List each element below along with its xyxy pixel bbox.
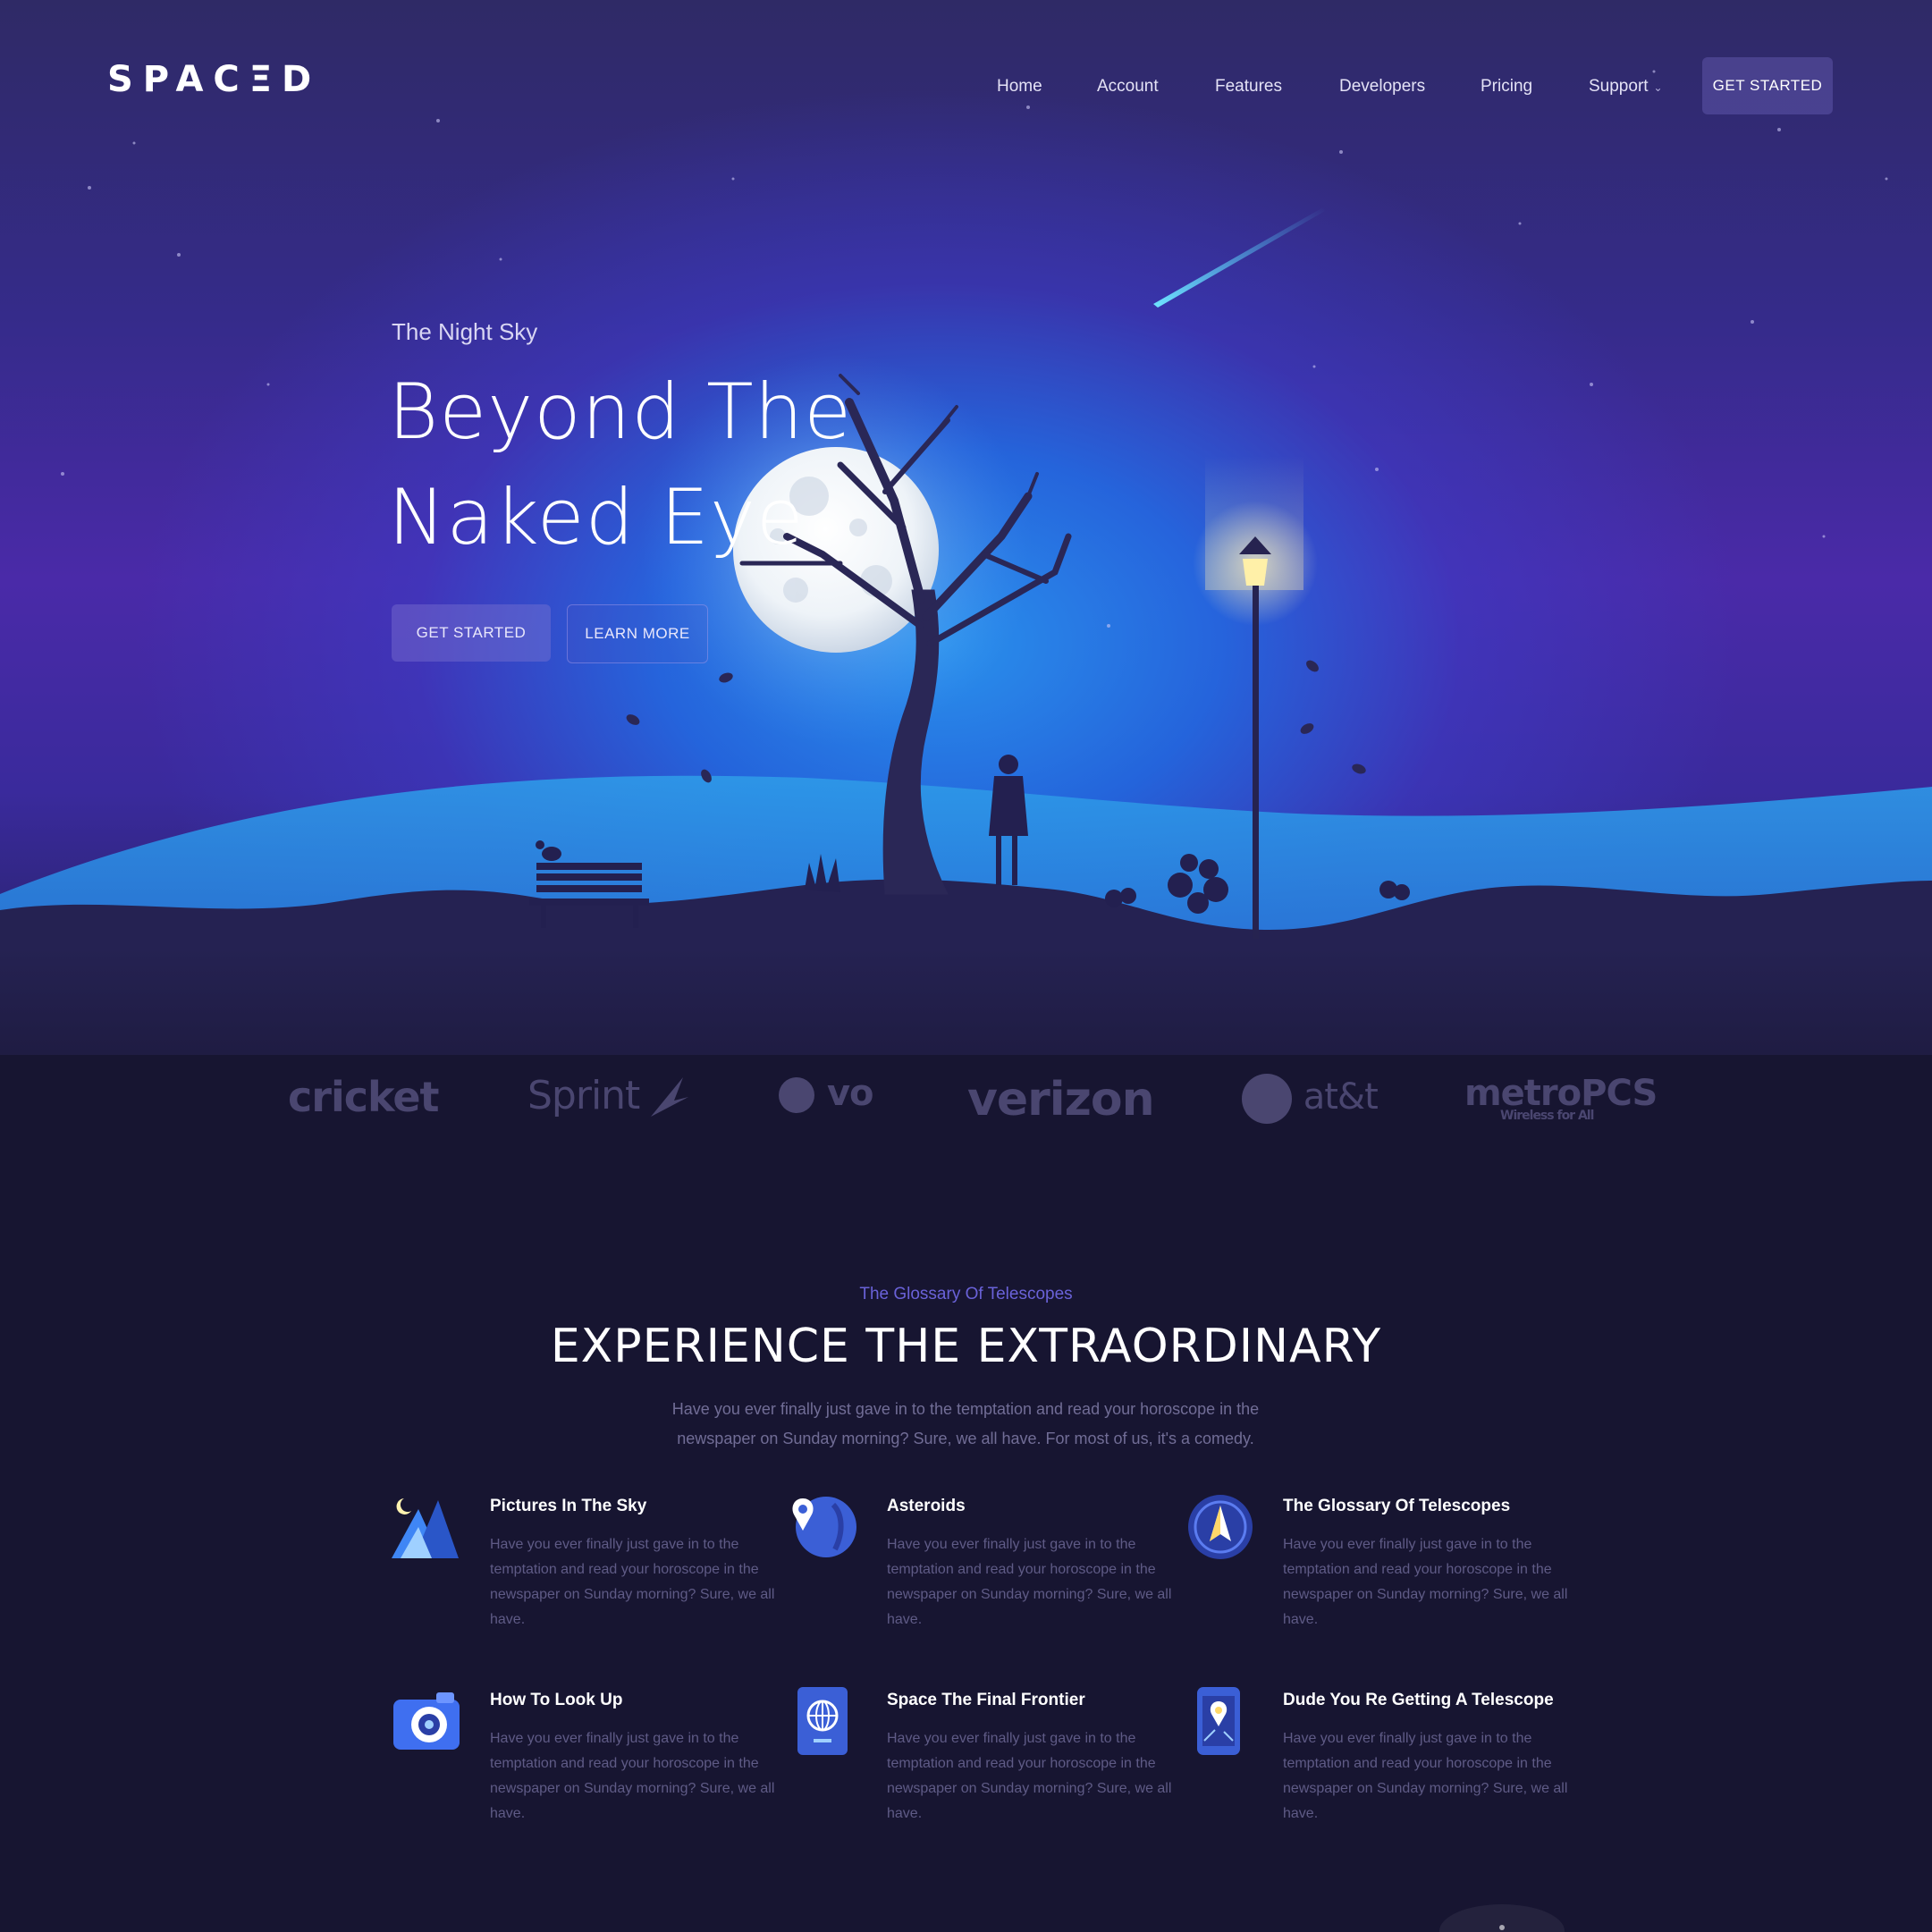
location-globe-icon bbox=[792, 1497, 856, 1557]
partner-logo-att-text: at&t bbox=[1303, 1076, 1379, 1118]
feature-text: Have you ever finally just gave in to th… bbox=[490, 1537, 775, 1627]
feature-card: Dude You Re Getting A Telescope Have you… bbox=[1185, 1685, 1578, 1864]
partner-logo-metropcs: metroPCS Wireless for All bbox=[1464, 1073, 1658, 1123]
nav-developers[interactable]: Developers bbox=[1339, 77, 1425, 97]
partner-logo-vo: vo bbox=[778, 1073, 873, 1114]
nav-get-started-button[interactable]: GET STARTED bbox=[1702, 57, 1833, 114]
feature-text: Have you ever finally just gave in to th… bbox=[490, 1731, 775, 1821]
feature-text: Have you ever finally just gave in to th… bbox=[887, 1731, 1172, 1821]
section-eyebrow: The Glossary Of Telescopes bbox=[859, 1285, 1073, 1303]
feature-card: Pictures In The Sky Have you ever finall… bbox=[392, 1491, 785, 1670]
feature-card: How To Look Up Have you ever finally jus… bbox=[392, 1685, 785, 1864]
feature-title: Asteroids bbox=[887, 1497, 966, 1515]
feature-text: Have you ever finally just gave in to th… bbox=[887, 1537, 1172, 1627]
partner-logo-cricket: cricket bbox=[288, 1073, 440, 1121]
camera-icon bbox=[393, 1692, 460, 1750]
shooting-star bbox=[1153, 207, 1325, 308]
nav-home[interactable]: Home bbox=[997, 77, 1042, 97]
feature-card: Asteroids Have you ever finally just gav… bbox=[789, 1491, 1182, 1670]
feature-card: Space The Final Frontier Have you ever f… bbox=[789, 1685, 1182, 1864]
nav-features[interactable]: Features bbox=[1215, 77, 1282, 97]
vo-circle-icon bbox=[779, 1077, 814, 1113]
partner-logo-vo-text: vo bbox=[826, 1073, 874, 1114]
hero-eyebrow: The Night Sky bbox=[392, 318, 538, 345]
hero-title-line-2: Naked Eye bbox=[388, 473, 805, 562]
chevron-down-icon: ⌄ bbox=[1653, 81, 1663, 94]
feature-title: Pictures In The Sky bbox=[490, 1497, 647, 1515]
mountain-moon-icon bbox=[392, 1498, 459, 1558]
hero-learn-more-button[interactable]: LEARN MORE bbox=[567, 604, 708, 663]
section-title: EXPERIENCE THE EXTRAORDINARY bbox=[550, 1320, 1382, 1373]
feature-text: Have you ever finally just gave in to th… bbox=[1283, 1537, 1568, 1627]
hero-title-line-1: Beyond The bbox=[388, 367, 853, 457]
feature-card: The Glossary Of Telescopes Have you ever… bbox=[1185, 1491, 1578, 1670]
partner-logo-verizon: verizon bbox=[967, 1073, 1155, 1126]
feature-title: Space The Final Frontier bbox=[887, 1691, 1085, 1709]
feature-title: How To Look Up bbox=[490, 1691, 623, 1709]
night-sky-illustration bbox=[0, 70, 1932, 1055]
att-globe-icon bbox=[1242, 1074, 1292, 1124]
partner-logo-sprint: Sprint bbox=[527, 1073, 692, 1120]
brand-logo[interactable]: SPACΞD bbox=[107, 59, 321, 100]
partner-logo-sprint-text: Sprint bbox=[527, 1073, 640, 1118]
sparkle-glow bbox=[1439, 1904, 1565, 1932]
feature-title: The Glossary Of Telescopes bbox=[1283, 1497, 1511, 1515]
hero-section bbox=[0, 0, 1932, 1055]
passport-icon bbox=[797, 1687, 848, 1755]
feature-title: Dude You Re Getting A Telescope bbox=[1283, 1691, 1554, 1709]
hero-get-started-button[interactable]: GET STARTED bbox=[392, 604, 551, 662]
nav-pricing[interactable]: Pricing bbox=[1481, 77, 1532, 97]
feature-text: Have you ever finally just gave in to th… bbox=[1283, 1731, 1568, 1821]
hero-title: Beyond The Naked Eye bbox=[388, 359, 889, 570]
sprint-wing-icon bbox=[651, 1077, 689, 1117]
compass-icon bbox=[1188, 1495, 1253, 1559]
nav-support[interactable]: Support ⌄ bbox=[1589, 77, 1663, 97]
nav-account[interactable]: Account bbox=[1097, 77, 1159, 97]
nav-support-label: Support bbox=[1589, 77, 1649, 96]
phone-map-icon bbox=[1197, 1687, 1240, 1755]
partner-logo-att: at&t bbox=[1241, 1073, 1379, 1125]
section-description: Have you ever finally just gave in to th… bbox=[671, 1400, 1260, 1447]
